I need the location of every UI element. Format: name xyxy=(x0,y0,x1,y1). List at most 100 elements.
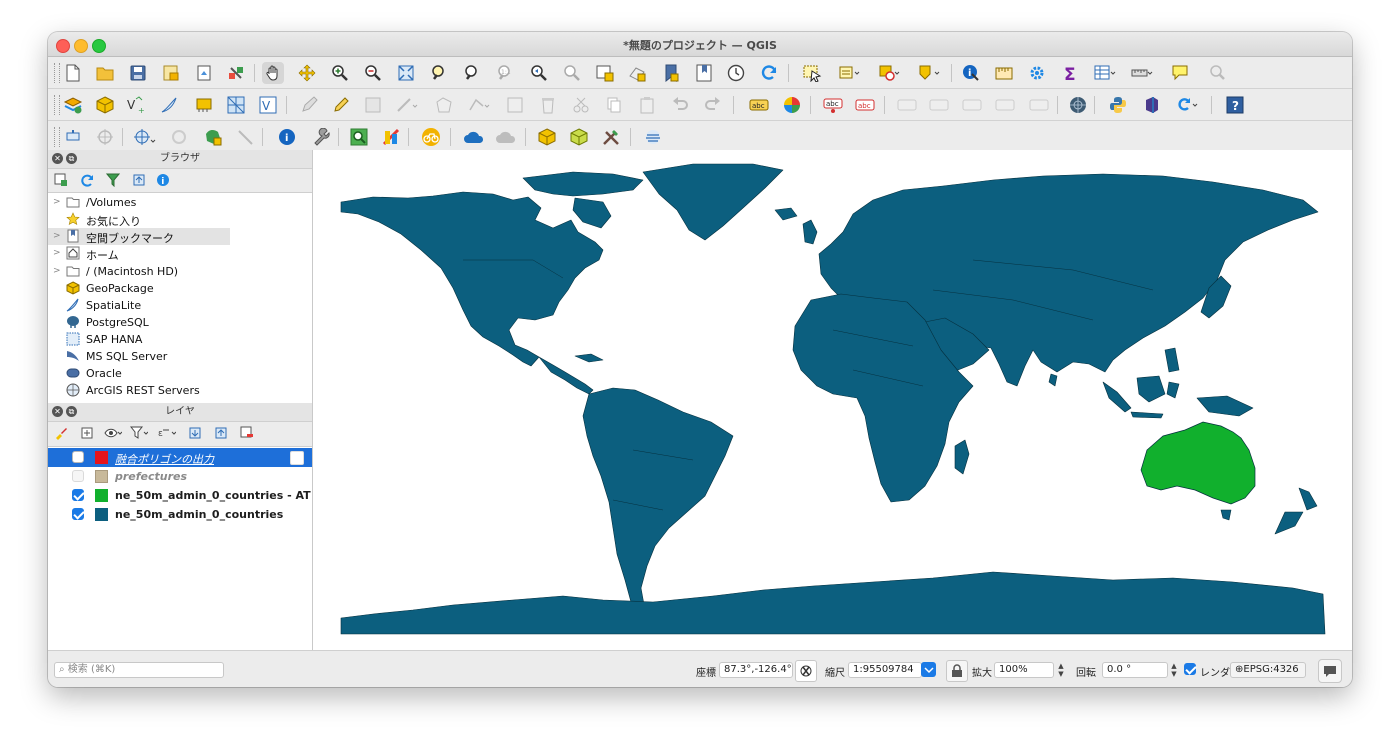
browser-item-mssql[interactable]: MS SQL Server xyxy=(48,348,312,365)
expand-all-icon[interactable] xyxy=(186,425,204,441)
layer-visibility-checkbox[interactable] xyxy=(72,470,84,482)
new-shapefile-icon[interactable]: V + xyxy=(126,94,148,116)
save-layer-edits-icon[interactable] xyxy=(362,94,384,116)
collapse-all-icon[interactable] xyxy=(130,172,148,188)
rotation-spinner-icon[interactable]: ▲ ▼ xyxy=(1169,662,1179,678)
new-spatialite-icon[interactable] xyxy=(158,94,180,116)
locator-icon[interactable] xyxy=(1209,62,1231,84)
select-by-value-icon[interactable] xyxy=(838,62,860,84)
redo-icon[interactable] xyxy=(702,94,724,116)
deselect-features-icon[interactable] xyxy=(878,62,900,84)
zoom-in-icon[interactable] xyxy=(329,62,351,84)
pan-to-selection-icon[interactable] xyxy=(296,62,318,84)
browser-item-spatialite[interactable]: SpatiaLite xyxy=(48,297,312,314)
add-ring-icon[interactable] xyxy=(168,126,190,148)
wrench-tools-icon[interactable] xyxy=(310,126,332,148)
temporal-controller-icon[interactable] xyxy=(725,62,747,84)
layer-symbol-swatch[interactable] xyxy=(95,451,108,464)
toolbar-handle[interactable] xyxy=(54,95,60,115)
add-group-icon[interactable] xyxy=(78,425,96,441)
attribute-table-icon[interactable] xyxy=(1094,62,1116,84)
layer-symbol-swatch[interactable] xyxy=(95,508,108,521)
rotation-field[interactable]: 0.0 ° xyxy=(1102,662,1168,678)
magnifier-field[interactable]: 100% xyxy=(994,662,1054,678)
layer-row[interactable]: prefectures xyxy=(48,467,312,486)
select-features-icon[interactable] xyxy=(803,62,825,84)
raster-calculator-icon[interactable] xyxy=(380,126,402,148)
plugin-globe-icon[interactable] xyxy=(1067,94,1089,116)
refresh-browser-icon[interactable] xyxy=(78,172,96,188)
expand-chevron-icon[interactable]: > xyxy=(53,197,61,207)
osm-bike-icon[interactable] xyxy=(420,126,442,148)
expand-chevron-icon[interactable]: > xyxy=(53,266,61,276)
toggle-extents-mouse-icon[interactable] xyxy=(795,660,817,682)
measure-icon[interactable] xyxy=(993,62,1015,84)
browser-item-spatial-bookmarks[interactable]: > 空間ブックマーク xyxy=(48,228,230,245)
layer-row[interactable]: ne_50m_admin_0_countries xyxy=(48,505,312,524)
save-project-icon[interactable] xyxy=(127,62,149,84)
metasearch-info-icon[interactable]: i xyxy=(276,126,298,148)
filter-legend-icon[interactable] xyxy=(130,425,148,441)
layer-visibility-checkbox[interactable] xyxy=(72,489,84,501)
scale-dropdown-icon[interactable] xyxy=(921,662,936,677)
scale-field[interactable]: 1:95509784 xyxy=(848,662,922,678)
change-label-icon[interactable] xyxy=(961,94,983,116)
pan-map-icon[interactable] xyxy=(262,62,284,84)
sync-plugin-icon[interactable] xyxy=(1176,94,1198,116)
vertex-tool-icon[interactable] xyxy=(468,94,490,116)
new-virtual-vector-icon[interactable]: V xyxy=(258,94,280,116)
messages-icon[interactable] xyxy=(1318,659,1342,683)
locator-search-icon[interactable] xyxy=(348,126,370,148)
package-sync-icon[interactable] xyxy=(568,126,590,148)
float-panel-icon[interactable]: ⧉ xyxy=(66,406,77,417)
browser-item-volumes[interactable]: > /Volumes xyxy=(48,194,312,211)
snapping-icon[interactable] xyxy=(62,126,84,148)
new-project-icon[interactable] xyxy=(62,62,84,84)
pin-labels-icon[interactable]: abc xyxy=(822,94,844,116)
filter-browser-icon[interactable] xyxy=(104,172,122,188)
toolbar-handle[interactable] xyxy=(54,63,60,83)
georeferencer-icon[interactable] xyxy=(134,126,156,148)
layer-labeling-icon[interactable]: abc xyxy=(748,94,770,116)
browser-item-geopackage[interactable]: GeoPackage xyxy=(48,280,312,297)
browser-item-oracle[interactable]: Oracle xyxy=(48,365,312,382)
identify-features-icon[interactable]: i xyxy=(960,62,982,84)
data-source-manager-icon[interactable] xyxy=(62,94,84,116)
browser-item-postgresql[interactable]: PostgreSQL xyxy=(48,314,312,331)
world-map[interactable] xyxy=(313,150,1352,650)
new-3d-view-icon[interactable] xyxy=(626,62,648,84)
copy-features-icon[interactable] xyxy=(603,94,625,116)
float-panel-icon[interactable]: ⧉ xyxy=(66,153,77,164)
build-tools-icon[interactable] xyxy=(600,126,622,148)
crs-button[interactable]: ⊕EPSG:4326 xyxy=(1230,662,1306,678)
package-icon[interactable] xyxy=(536,126,558,148)
coordinate-field[interactable]: 87.3°,-126.4° xyxy=(719,662,793,678)
vector-plugin-icon[interactable] xyxy=(202,126,224,148)
cloud-icon[interactable] xyxy=(463,126,485,148)
toolbar-handle[interactable] xyxy=(54,127,60,147)
save-as-icon[interactable] xyxy=(160,62,182,84)
python-console-icon[interactable] xyxy=(1107,94,1129,116)
collapse-all-icon[interactable] xyxy=(212,425,230,441)
new-bookmark-icon[interactable] xyxy=(660,62,682,84)
magnifier-spinner-icon[interactable]: ▲ ▼ xyxy=(1056,662,1066,678)
rotate-label-icon[interactable] xyxy=(928,94,950,116)
show-hide-labels-icon[interactable] xyxy=(994,94,1016,116)
locator-search-input[interactable]: ⌕ 検索 (⌘K) xyxy=(54,662,224,678)
manage-visibility-icon[interactable] xyxy=(104,425,122,441)
toggle-editing-icon[interactable] xyxy=(330,94,352,116)
browser-item-sap-hana[interactable]: SAP HANA xyxy=(48,331,312,348)
expand-chevron-icon[interactable]: > xyxy=(53,248,61,258)
new-geopackage-icon[interactable] xyxy=(94,94,116,116)
highlight-labels-icon[interactable]: abc xyxy=(854,94,876,116)
layer-visibility-checkbox[interactable] xyxy=(72,508,84,520)
layer-symbol-swatch[interactable] xyxy=(95,489,108,502)
qgis-cloud-icon[interactable] xyxy=(642,126,664,148)
move-label-icon[interactable] xyxy=(896,94,918,116)
layer-style-brush-icon[interactable] xyxy=(52,425,70,441)
new-map-view-icon[interactable] xyxy=(594,62,616,84)
plugin-3d-icon[interactable] xyxy=(1141,94,1163,116)
new-mesh-layer-icon[interactable] xyxy=(225,94,247,116)
processing-toolbox-icon[interactable] xyxy=(1026,62,1048,84)
temporary-layer-icon[interactable] xyxy=(290,451,304,465)
